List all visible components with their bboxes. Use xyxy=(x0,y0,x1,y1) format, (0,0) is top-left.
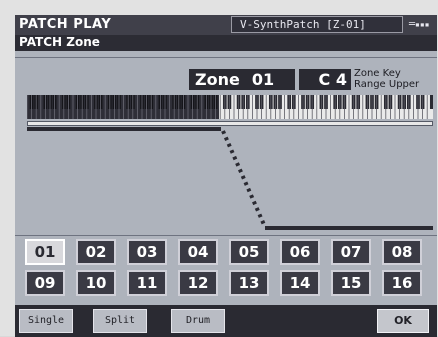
divider xyxy=(15,57,437,58)
zone-velocity-graph xyxy=(27,127,433,230)
status-icon: ═▪▪▪ xyxy=(409,19,430,30)
zone-button-07[interactable]: 07 xyxy=(331,239,371,265)
key-range-caption: Zone Key Range Upper xyxy=(354,68,419,90)
zone-button-13[interactable]: 13 xyxy=(229,270,269,296)
zone-button-12[interactable]: 12 xyxy=(178,270,218,296)
zone-button-05[interactable]: 05 xyxy=(229,239,269,265)
keyboard-graphic[interactable] xyxy=(27,95,433,119)
zone-number-display[interactable]: Zone 01 xyxy=(189,69,295,90)
zone-button-01[interactable]: 01 xyxy=(25,239,65,265)
key-caption-line2: Range Upper xyxy=(354,79,420,90)
split-button[interactable]: Split xyxy=(93,309,147,333)
page-title: PATCH PLAY xyxy=(19,17,112,32)
zone-button-11[interactable]: 11 xyxy=(127,270,167,296)
zone-button-04[interactable]: 04 xyxy=(178,239,218,265)
divider xyxy=(15,235,437,236)
sub-header: PATCH Zone xyxy=(15,35,437,51)
zone-button-06[interactable]: 06 xyxy=(280,239,320,265)
key-caption-line1: Zone Key xyxy=(354,68,401,79)
ok-button[interactable]: OK xyxy=(377,309,429,333)
title-bar: PATCH PLAY V-SynthPatch [Z-01] ═▪▪▪ xyxy=(15,15,437,35)
zone-button-16[interactable]: 16 xyxy=(382,270,422,296)
key-range-upper-value[interactable]: C 4 xyxy=(295,69,351,90)
zone-button-08[interactable]: 08 xyxy=(382,239,422,265)
range-indicator-bar xyxy=(27,121,433,126)
drum-button[interactable]: Drum xyxy=(171,309,225,333)
zone-button-03[interactable]: 03 xyxy=(127,239,167,265)
zone-label: Zone xyxy=(195,70,240,89)
black-key xyxy=(429,95,433,109)
keyboard-keys xyxy=(27,95,433,119)
screen-title: PATCH Zone xyxy=(19,35,100,49)
zone-fade-line xyxy=(221,130,267,228)
single-button[interactable]: Single xyxy=(19,309,73,333)
zone-button-09[interactable]: 09 xyxy=(25,270,65,296)
patch-name-display[interactable]: V-SynthPatch [Z-01] xyxy=(231,16,403,33)
zone-button-15[interactable]: 15 xyxy=(331,270,371,296)
zone-button-14[interactable]: 14 xyxy=(280,270,320,296)
zone-button-10[interactable]: 10 xyxy=(76,270,116,296)
zone-button-02[interactable]: 02 xyxy=(76,239,116,265)
screen: PATCH PLAY V-SynthPatch [Z-01] ═▪▪▪ PATC… xyxy=(15,15,437,337)
zone-number: 01 xyxy=(251,70,275,89)
bottom-bar: Single Split Drum OK xyxy=(15,305,437,337)
device-screen-frame: PATCH PLAY V-SynthPatch [Z-01] ═▪▪▪ PATC… xyxy=(0,0,438,337)
